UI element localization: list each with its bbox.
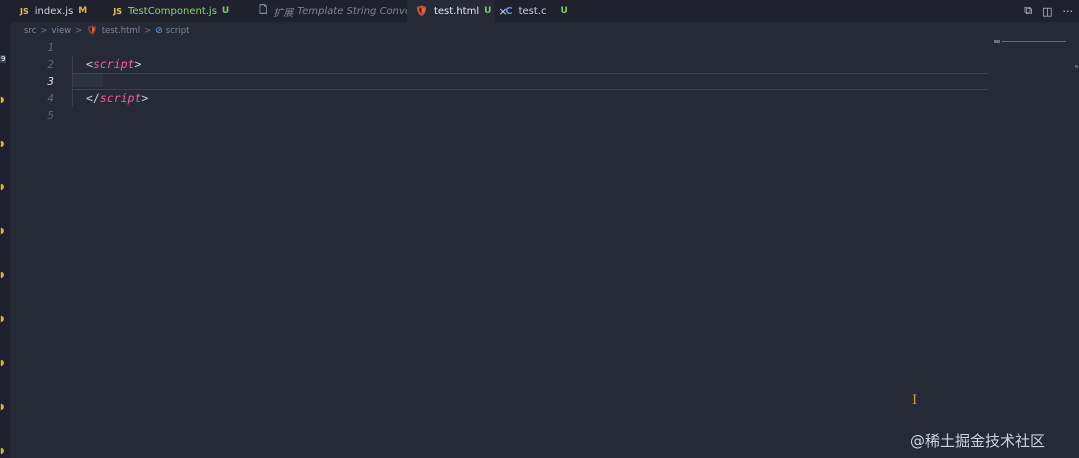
git-status-badge: M xyxy=(78,6,88,16)
breadcrumb-item-src[interactable]: src xyxy=(24,26,36,36)
javascript-file-icon: JS xyxy=(20,6,29,16)
gutter-marker-icon: ◗ xyxy=(0,139,5,148)
breadcrumb-item-file[interactable]: test.html xyxy=(102,26,140,36)
breadcrumb-item-symbol[interactable]: script xyxy=(166,26,190,36)
breadcrumb: src > view > 🛡 test.html > ⊘ script xyxy=(24,24,189,38)
more-actions-icon[interactable]: ··· xyxy=(1063,5,1074,18)
minimap-content xyxy=(994,40,1000,43)
tab-testcomponent-js[interactable]: JS TestComponent.js U xyxy=(95,0,237,22)
line-number-current: 3 xyxy=(47,75,54,88)
tab-label: test.html xyxy=(433,5,480,17)
tag-name: script xyxy=(92,57,135,71)
html-file-icon: 🛡 xyxy=(86,26,98,36)
minimap-slider[interactable] xyxy=(1002,41,1066,42)
symbol-icon: ⊘ xyxy=(155,26,163,36)
open-changes-icon[interactable]: ⧉ xyxy=(1024,4,1032,18)
gutter-marker-icon: ◗ xyxy=(0,358,5,367)
gutter-marker-icon: ◗ xyxy=(0,95,5,104)
tab-test-c[interactable]: C test.c U xyxy=(495,0,576,22)
tag-name: script xyxy=(99,91,142,105)
code-line[interactable] xyxy=(72,39,988,56)
tag-bracket: < xyxy=(86,57,93,71)
code-line[interactable]: </script> xyxy=(72,90,988,107)
scrollbar-marker xyxy=(1075,65,1078,68)
tag-bracket: > xyxy=(134,57,142,71)
line-number-gutter: 1 2 3 4 5 xyxy=(40,39,54,124)
chevron-right-icon: > xyxy=(40,26,48,36)
chevron-right-icon: > xyxy=(75,26,83,36)
git-status-badge: U xyxy=(484,6,492,16)
html-file-icon: 🛡 xyxy=(415,5,428,17)
tab-prefix: 扩展 xyxy=(273,7,294,19)
tab-label: index.js xyxy=(34,5,74,17)
line-number: 1 xyxy=(47,41,54,54)
line-number: 4 xyxy=(47,92,54,105)
gutter-marker-icon: ◗ xyxy=(0,226,5,235)
tag-bracket: </ xyxy=(86,91,100,105)
chevron-right-icon: > xyxy=(144,26,152,36)
code-line[interactable] xyxy=(72,107,988,124)
minimap[interactable] xyxy=(994,40,1073,45)
tab-template-string-converter[interactable]: 🗋 扩展 Template String Converter xyxy=(237,0,429,22)
tab-bar: JS index.js M JS TestComponent.js U 🗋 扩展… xyxy=(0,0,1079,22)
code-line-current[interactable] xyxy=(72,73,988,90)
gutter-marker-icon: ◗ xyxy=(0,182,5,191)
gutter-marker-icon: ◗ xyxy=(0,446,5,455)
document-file-icon: 🗋 xyxy=(259,4,268,16)
text-cursor-icon: I xyxy=(912,393,918,408)
tag-bracket: > xyxy=(141,91,149,105)
line-number: 2 xyxy=(47,58,54,71)
code-editor[interactable]: <script> </script> xyxy=(72,39,988,124)
c-file-icon: C xyxy=(505,5,513,17)
line-number: 5 xyxy=(47,109,54,122)
gutter-marker-icon: ◗ xyxy=(0,314,5,323)
git-status-badge: U xyxy=(221,6,230,16)
code-line[interactable]: <script> xyxy=(72,56,988,73)
git-status-badge: U xyxy=(560,6,568,16)
editor-actions: ⧉ ◫ ··· xyxy=(1024,0,1073,22)
gutter-marker-icon: ◗ xyxy=(0,402,5,411)
activity-strip: 9 ◗ ◗ ◗ ◗ ◗ ◗ ◗ ◗ ◗ xyxy=(0,22,11,458)
split-editor-icon[interactable]: ◫ xyxy=(1042,5,1052,18)
tab-label: test.c xyxy=(518,5,547,17)
tab-label: TestComponent.js xyxy=(128,5,217,17)
breadcrumb-item-view[interactable]: view xyxy=(52,26,72,36)
gutter-marker-icon: ◗ xyxy=(0,270,5,279)
tab-test-html[interactable]: 🛡 test.html U × xyxy=(407,0,508,22)
watermark: @稀土掘金技术社区 xyxy=(910,432,1046,450)
javascript-file-icon: JS xyxy=(113,6,122,16)
tab-index-js[interactable]: JS index.js M xyxy=(0,0,95,22)
notification-badge: 9 xyxy=(0,55,7,63)
